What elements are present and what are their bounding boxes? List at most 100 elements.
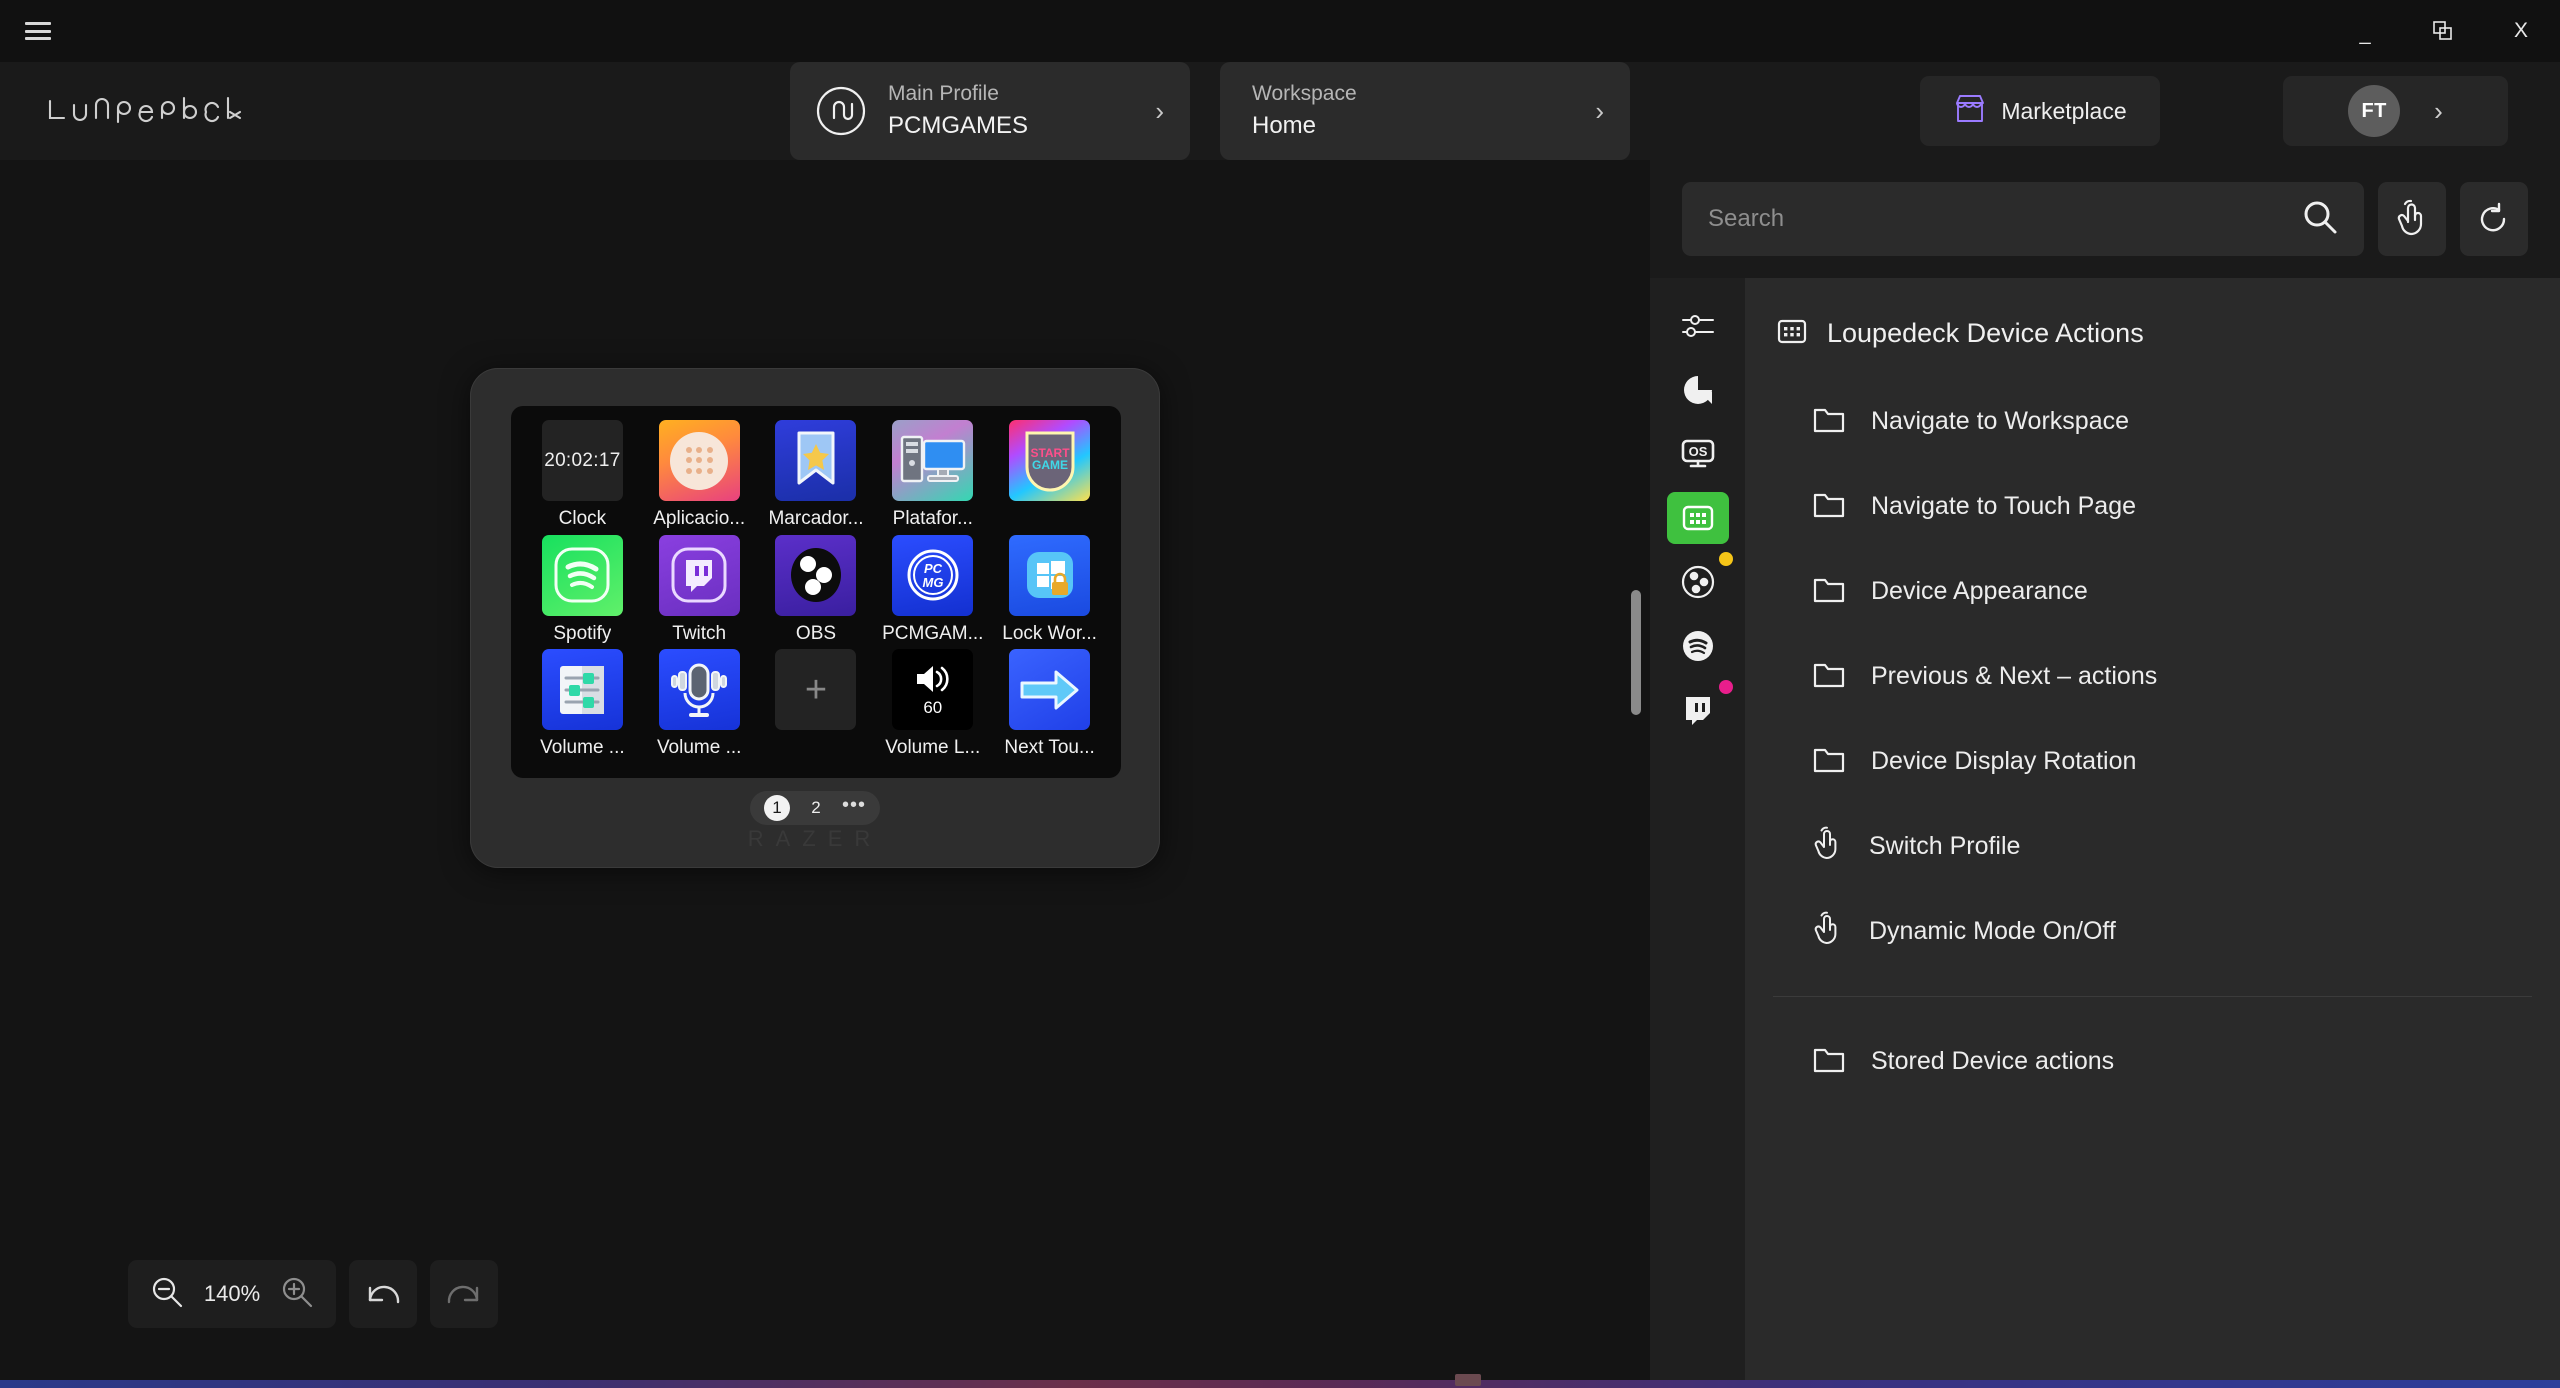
device-key-label: Volume ... [656, 737, 742, 759]
marketplace-label: Marketplace [2001, 97, 2127, 124]
device-key[interactable]: 20:02:17 Clock [527, 420, 638, 535]
device-key-label: Lock Wor... [1002, 622, 1097, 644]
search-icon[interactable] [2302, 199, 2338, 240]
action-item-dynamic-mode-on-off[interactable]: Dynamic Mode On/Off [1745, 889, 2560, 974]
redo-button[interactable] [430, 1260, 498, 1328]
spotify-tile [541, 534, 623, 616]
device-key-label: PCMGAM... [882, 622, 984, 644]
store-icon [1953, 93, 1987, 130]
action-item-label: Stored Device actions [1871, 1047, 2115, 1075]
undo-button[interactable] [349, 1260, 417, 1328]
rail-item-os-actions[interactable]: OS [1667, 428, 1729, 480]
touch-mode-button[interactable] [2378, 182, 2446, 256]
device-key-label: Twitch [672, 622, 727, 644]
close-button[interactable]: X [2482, 0, 2560, 62]
workspace-canvas[interactable]: 20:02:17 Clock Aplicacio... Marcador... … [0, 160, 1650, 1388]
actions-panel: OS [1650, 160, 2560, 1388]
rail-item-device-actions[interactable] [1666, 492, 1729, 544]
add-tile[interactable]: + [775, 649, 857, 731]
device-key-grid: 20:02:17 Clock Aplicacio... Marcador... … [527, 420, 1105, 764]
action-item-device-display-rotation[interactable]: Device Display Rotation [1745, 719, 2560, 804]
reset-button[interactable] [2460, 182, 2528, 256]
device-page-indicator[interactable]: 1 2 ••• [749, 791, 881, 825]
rail-item-twitch[interactable] [1667, 680, 1733, 736]
desktop-taskbar-strip [0, 1380, 2560, 1388]
chevron-right-icon[interactable]: › [2434, 96, 2443, 127]
canvas-scrollbar[interactable] [1631, 160, 1641, 1388]
device-key[interactable]: OBS [761, 534, 872, 650]
zoom-level-label: 140% [203, 1281, 261, 1306]
rail-item-adjustments[interactable] [1667, 300, 1729, 352]
device-key-label: Aplicacio... [653, 508, 746, 529]
section-divider [1773, 996, 2532, 997]
device-grid-icon [1777, 319, 1807, 349]
microphone-tile [658, 649, 740, 731]
device-key-label: OBS [795, 622, 837, 644]
action-item-previous-next-actions[interactable]: Previous & Next – actions [1745, 634, 2560, 719]
svg-text:PC: PC [924, 561, 943, 576]
search-box[interactable] [1682, 182, 2364, 256]
action-item-stored-device-actions[interactable]: Stored Device actions [1745, 1019, 2560, 1104]
status-badge [1718, 552, 1733, 566]
account-button[interactable]: FT › [2283, 76, 2508, 146]
action-item-device-appearance[interactable]: Device Appearance [1745, 549, 2560, 634]
device-key[interactable]: Volume ... [527, 649, 638, 764]
rail-item-loupedeck-core[interactable] [1667, 364, 1729, 416]
header-workspace-card[interactable]: Workspace Home › [1220, 62, 1630, 160]
page-button-1[interactable]: 1 [763, 795, 790, 821]
canvas-scrollbar-thumb[interactable] [1631, 590, 1641, 715]
razer-brand-text: RAZER [747, 826, 883, 851]
device-key[interactable]: Marcador... [761, 420, 872, 535]
twitch-tile [658, 534, 740, 616]
device-key[interactable]: 60 Volume L... [877, 649, 988, 764]
actions-group-title: Loupedeck Device Actions [1827, 318, 2144, 348]
search-input[interactable] [1708, 205, 2302, 233]
plus-icon: + [804, 668, 828, 711]
titlebar: _ X [0, 0, 2560, 62]
taskbar-item[interactable] [1455, 1374, 1481, 1386]
profile-icon [814, 84, 868, 138]
folder-icon [1813, 746, 1845, 778]
touch-icon [1813, 826, 1843, 866]
action-item-navigate-to-touch-page[interactable]: Navigate to Touch Page [1745, 464, 2560, 549]
marketplace-button[interactable]: Marketplace [1920, 76, 2160, 146]
category-rail: OS [1650, 278, 1745, 1388]
page-button-2[interactable]: 2 [803, 795, 829, 821]
rail-item-spotify[interactable] [1667, 620, 1729, 672]
device-key[interactable]: Twitch [644, 534, 755, 650]
zoom-out-icon[interactable] [150, 1275, 184, 1314]
touch-icon [1813, 911, 1843, 951]
minimize-button[interactable]: _ [2326, 0, 2404, 62]
rail-item-obs[interactable] [1667, 552, 1733, 608]
header-profile-card[interactable]: Main Profile PCMGAMES › [790, 62, 1190, 160]
device-key[interactable]: PC MG PCMGAM... [877, 534, 988, 650]
device-key-label: Clock [558, 508, 607, 529]
chevron-right-icon[interactable]: › [1595, 96, 1604, 127]
device-key[interactable]: Spotify [527, 534, 638, 650]
chevron-right-icon[interactable]: › [1155, 96, 1164, 127]
action-item-navigate-to-workspace[interactable]: Navigate to Workspace [1745, 379, 2560, 464]
zoom-group: 140% [128, 1260, 336, 1328]
device-key[interactable]: Next Tou... [994, 649, 1105, 764]
stored-actions-list: Stored Device actions [1745, 1019, 2560, 1104]
volume-level-value: 60 [923, 697, 943, 717]
more-pages-icon[interactable]: ••• [842, 795, 866, 815]
menu-icon[interactable] [25, 19, 55, 43]
device-key[interactable]: Volume ... [644, 649, 755, 764]
device-key[interactable]: Lock Wor... [994, 534, 1105, 650]
restore-button[interactable] [2404, 0, 2482, 62]
device-key[interactable]: Platafor... [877, 420, 988, 535]
device-preview: 20:02:17 Clock Aplicacio... Marcador... … [470, 368, 1160, 868]
device-key-empty[interactable]: + [761, 649, 872, 764]
bookmark-star-tile [775, 420, 857, 501]
device-key-label: Spotify [553, 622, 612, 644]
action-item-switch-profile[interactable]: Switch Profile [1745, 804, 2560, 889]
device-key[interactable]: Aplicacio... [644, 420, 755, 535]
workspace-card-value: Home [1252, 112, 1317, 139]
svg-text:MG: MG [922, 575, 943, 590]
device-key[interactable]: START GAME [994, 420, 1105, 535]
desktop-pc-tile [892, 420, 974, 501]
window-controls: _ X [2326, 0, 2560, 62]
action-item-label: Device Display Rotation [1871, 747, 2137, 775]
zoom-in-icon[interactable] [280, 1275, 314, 1314]
